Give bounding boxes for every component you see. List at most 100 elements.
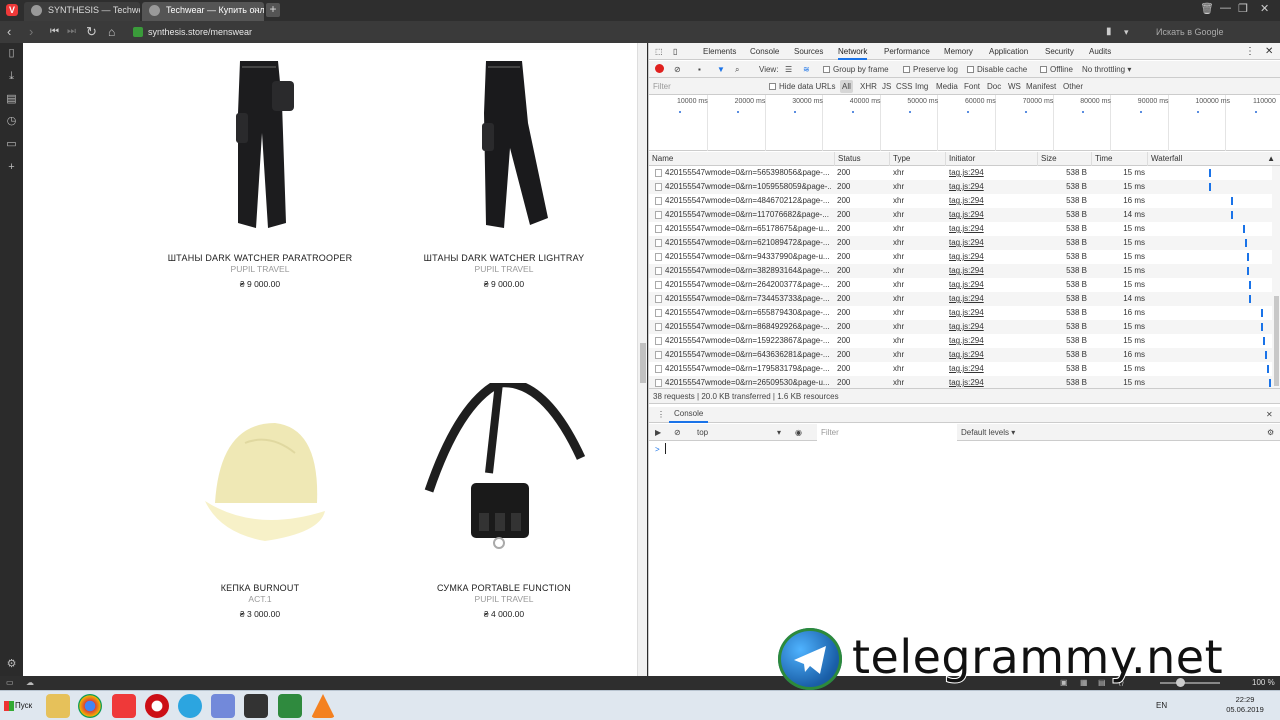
live-expression-eye-icon[interactable]: ◉ — [795, 424, 802, 441]
filter-ws[interactable]: WS — [1008, 78, 1021, 95]
app-icon[interactable] — [244, 694, 268, 718]
product-card[interactable]: ШТАНЫ DARK WATCHER LIGHTRAY PUPIL TRAVEL… — [384, 53, 624, 289]
table-row[interactable]: 420155547wmode=0&rn=655879430&page-... 20… — [649, 306, 1273, 320]
close-window-button[interactable]: ✕ — [1260, 2, 1269, 15]
group-by-frame-checkbox[interactable]: Group by frame — [823, 61, 889, 78]
table-scrollbar[interactable] — [1272, 166, 1280, 388]
page-scrollbar[interactable] — [637, 43, 647, 676]
tab-sources[interactable]: Sources — [794, 43, 823, 60]
filter-other[interactable]: Other — [1063, 78, 1083, 95]
utorrent-icon[interactable] — [278, 694, 302, 718]
reload-icon[interactable]: ↻ — [86, 24, 97, 40]
hide-data-urls-checkbox[interactable]: Hide data URLs — [769, 78, 835, 95]
request-initiator[interactable]: tag.js:294 — [949, 180, 1035, 194]
network-overview[interactable]: 10000 ms 20000 ms 30000 ms 40000 ms 50000 ms… — [649, 95, 1280, 151]
filter-img[interactable]: Img — [915, 78, 928, 95]
column-initiator[interactable]: Initiator — [945, 152, 1037, 166]
request-initiator[interactable]: tag.js:294 — [949, 208, 1035, 222]
filter-xhr[interactable]: XHR — [860, 78, 877, 95]
product-name[interactable]: СУМКА PORTABLE FUNCTION — [384, 583, 624, 593]
cloud-sync-icon[interactable]: ☁ — [26, 674, 34, 691]
request-initiator[interactable]: tag.js:294 — [949, 222, 1035, 236]
trash-icon[interactable]: 🗑 — [1200, 2, 1214, 15]
column-size[interactable]: Size — [1037, 152, 1091, 166]
filter-media[interactable]: Media — [936, 78, 958, 95]
telegram-icon[interactable] — [178, 694, 202, 718]
tab-console-drawer[interactable]: Console — [669, 407, 709, 423]
waterfall-view-icon[interactable]: ≋ — [803, 61, 810, 78]
table-row[interactable]: 420155547wmode=0&rn=94337990&page-u... 20… — [649, 250, 1273, 264]
vivaldi-menu-icon[interactable]: V — [6, 4, 18, 16]
product-image-pants[interactable] — [444, 53, 564, 253]
url-field[interactable]: synthesis.store/menswear — [132, 24, 1092, 40]
table-row[interactable]: 420155547wmode=0&rn=621089472&page-... 20… — [649, 236, 1273, 250]
console-settings-icon[interactable]: ⚙ — [1267, 424, 1274, 441]
discord-icon[interactable] — [211, 694, 235, 718]
column-time[interactable]: Time — [1091, 152, 1147, 166]
disable-cache-checkbox[interactable]: Disable cache — [967, 61, 1027, 78]
explorer-icon[interactable] — [46, 694, 70, 718]
network-filter-input[interactable]: Filter — [653, 78, 763, 95]
table-row[interactable]: 420155547wmode=0&rn=264200377&page-... 20… — [649, 278, 1273, 292]
table-row[interactable]: 420155547wmode=0&rn=868492926&page-... 20… — [649, 320, 1273, 334]
device-toolbar-icon[interactable]: ▯ — [673, 43, 677, 60]
product-image-cap[interactable] — [185, 383, 335, 583]
clear-icon[interactable]: ⊘ — [674, 61, 681, 78]
request-initiator[interactable]: tag.js:294 — [949, 264, 1035, 278]
product-name[interactable]: ШТАНЫ DARK WATCHER LIGHTRAY — [384, 253, 624, 263]
table-row[interactable]: 420155547wmode=0&rn=65178675&page-u... 20… — [649, 222, 1273, 236]
tab-application[interactable]: Application — [989, 43, 1028, 60]
back-icon[interactable]: ‹ — [7, 24, 11, 40]
screenshot-icon[interactable]: ▪ — [698, 61, 701, 78]
console-prompt[interactable]: > — [655, 441, 660, 458]
offline-checkbox[interactable]: Offline — [1040, 61, 1073, 78]
request-initiator[interactable]: tag.js:294 — [949, 250, 1035, 264]
notes-panel-icon[interactable]: ▤ — [6, 94, 17, 105]
table-row[interactable]: 420155547wmode=0&rn=643636281&page-... 20… — [649, 348, 1273, 362]
context-select[interactable]: top ▾ — [697, 424, 785, 441]
product-card[interactable]: ШТАНЫ DARK WATCHER PARATROOPER PUPIL TRA… — [140, 53, 380, 289]
filter-css[interactable]: CSS — [896, 78, 912, 95]
new-tab-button[interactable]: + — [266, 3, 280, 17]
column-status[interactable]: Status — [834, 152, 889, 166]
vivaldi-icon[interactable] — [112, 694, 136, 718]
request-initiator[interactable]: tag.js:294 — [949, 320, 1035, 334]
bookmark-icon[interactable]: ▮ — [1106, 24, 1112, 40]
request-initiator[interactable]: tag.js:294 — [949, 166, 1035, 180]
product-name[interactable]: ШТАНЫ DARK WATCHER PARATROOPER — [140, 253, 380, 263]
table-row[interactable]: 420155547wmode=0&rn=734453733&page-... 20… — [649, 292, 1273, 306]
rewind-icon[interactable]: ⏮ — [50, 24, 59, 40]
tab-audits[interactable]: Audits — [1089, 43, 1111, 60]
window-panel-icon[interactable]: ▭ — [6, 139, 17, 150]
search-input[interactable]: Искать в Google — [1142, 24, 1252, 40]
product-name[interactable]: КЕПКА BURNOUT — [140, 583, 380, 593]
sidebar-toggle-icon[interactable]: ▶ — [655, 424, 661, 441]
filter-icon[interactable]: ▼ — [717, 61, 725, 78]
close-tab-icon[interactable]: × — [253, 2, 259, 19]
system-clock[interactable]: 22:29 05.06.2019 — [1214, 695, 1276, 715]
console-filter-input[interactable]: Filter — [817, 424, 957, 441]
panel-toggle-icon[interactable]: ▭ — [6, 674, 14, 691]
bookmarks-panel-icon[interactable]: ▯ — [6, 48, 17, 59]
fast-forward-icon[interactable]: ⏭ — [67, 24, 76, 40]
preserve-log-checkbox[interactable]: Preserve log — [903, 61, 958, 78]
request-initiator[interactable]: tag.js:294 — [949, 306, 1035, 320]
close-devtools-icon[interactable]: ✕ — [1265, 43, 1273, 60]
chrome-icon[interactable] — [78, 694, 102, 718]
more-options-icon[interactable]: ⋮ — [1245, 43, 1255, 60]
table-row[interactable]: 420155547wmode=0&rn=1059558059&page-... 2… — [649, 180, 1273, 194]
tab-techwear[interactable]: Techwear — Купить онлай × — [142, 2, 264, 21]
drawer-menu-icon[interactable]: ⋮ — [657, 407, 665, 423]
tab-console[interactable]: Console — [750, 43, 779, 60]
request-initiator[interactable]: tag.js:294 — [949, 278, 1035, 292]
clear-console-icon[interactable]: ⊘ — [674, 424, 681, 441]
column-waterfall[interactable]: Waterfall ▲ — [1147, 152, 1280, 166]
record-icon[interactable] — [655, 61, 664, 78]
request-initiator[interactable]: tag.js:294 — [949, 292, 1035, 306]
table-row[interactable]: 420155547wmode=0&rn=26509530&page-u... 20… — [649, 376, 1273, 388]
table-row[interactable]: 420155547wmode=0&rn=484670212&page-... 20… — [649, 194, 1273, 208]
tab-security[interactable]: Security — [1045, 43, 1074, 60]
table-row[interactable]: 420155547wmode=0&rn=565398056&page-... 20… — [649, 166, 1273, 180]
table-row[interactable]: 420155547wmode=0&rn=117076682&page-... 20… — [649, 208, 1273, 222]
request-initiator[interactable]: tag.js:294 — [949, 362, 1035, 376]
